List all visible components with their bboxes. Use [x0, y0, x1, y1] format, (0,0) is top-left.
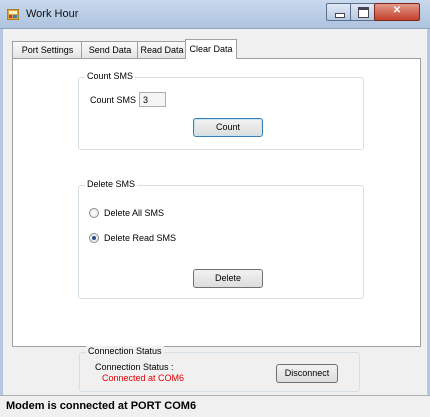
window-title: Work Hour: [26, 8, 79, 20]
tab-label: Send Data: [88, 45, 132, 55]
close-button[interactable]: ✕: [374, 3, 420, 21]
count-button-label: Count: [215, 122, 241, 132]
tab-label: Port Settings: [21, 45, 74, 55]
tab-port-settings[interactable]: Port Settings: [12, 41, 83, 58]
disconnect-button[interactable]: Disconnect: [276, 364, 338, 383]
tab-clear-data[interactable]: Clear Data: [185, 39, 237, 59]
connection-status-label: Connection Status :: [95, 362, 174, 372]
delete-read-sms-radio[interactable]: [89, 233, 99, 243]
delete-button[interactable]: Delete: [193, 269, 263, 288]
tab-read-data[interactable]: Read Data: [137, 41, 187, 58]
delete-read-sms-label[interactable]: Delete Read SMS: [104, 233, 176, 243]
delete-sms-group-title: Delete SMS: [85, 179, 138, 189]
main-window: Work Hour ✕ Port Settings Send Data Read…: [0, 0, 430, 417]
tab-label: Read Data: [140, 45, 184, 55]
status-message: Modem is connected at PORT COM6: [6, 400, 197, 412]
delete-all-sms-label[interactable]: Delete All SMS: [104, 208, 164, 218]
connection-status-value: Connected at COM6: [102, 373, 185, 383]
delete-all-sms-radio[interactable]: [89, 208, 99, 218]
connection-status-group: Connection Status Connection Status : Co…: [79, 346, 360, 392]
tab-send-data[interactable]: Send Data: [81, 41, 139, 58]
count-button[interactable]: Count: [193, 118, 263, 137]
maximize-icon: [358, 7, 369, 18]
close-icon: ✕: [392, 5, 402, 16]
minimize-icon: [335, 13, 345, 18]
delete-button-label: Delete: [214, 273, 241, 283]
clear-data-panel: Count SMS Count SMS Count Delete SMS Del…: [12, 58, 421, 347]
count-sms-field[interactable]: [139, 92, 166, 107]
count-sms-group-title: Count SMS: [85, 71, 136, 81]
delete-sms-group: Delete SMS Delete All SMS Delete Read SM…: [78, 179, 364, 299]
window-left-border: [0, 28, 3, 395]
disconnect-button-label: Disconnect: [284, 368, 330, 378]
tab-label: Clear Data: [189, 44, 233, 54]
count-sms-group: Count SMS Count SMS Count: [78, 71, 364, 150]
maximize-button[interactable]: [350, 3, 376, 21]
title-bar[interactable]: Work Hour ✕: [0, 0, 430, 29]
status-bar: Modem is connected at PORT COM6: [0, 395, 430, 417]
app-icon: [7, 9, 19, 20]
minimize-button[interactable]: [326, 3, 352, 21]
count-sms-label: Count SMS: [90, 95, 137, 105]
connection-status-group-title: Connection Status: [86, 346, 164, 356]
